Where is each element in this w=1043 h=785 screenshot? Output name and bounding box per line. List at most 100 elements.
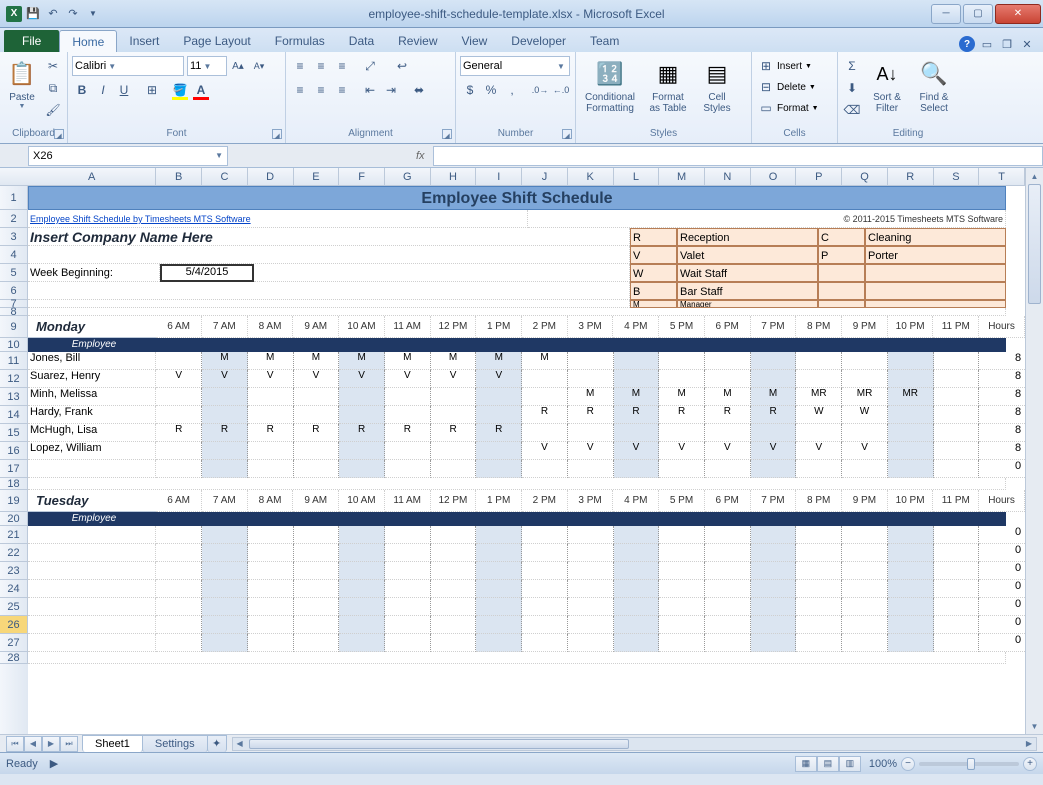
shift-cell[interactable] (156, 442, 202, 460)
shift-cell[interactable] (339, 442, 385, 460)
legend-code[interactable]: R (630, 228, 677, 246)
shift-cell[interactable] (934, 526, 980, 544)
shift-cell[interactable] (705, 370, 751, 388)
shift-cell[interactable] (659, 634, 705, 652)
shift-cell[interactable] (431, 634, 477, 652)
column-header[interactable]: F (339, 168, 385, 185)
italic-icon[interactable]: I (93, 80, 113, 100)
shift-cell[interactable]: R (614, 406, 660, 424)
page-break-view-icon[interactable]: ▥ (839, 756, 861, 772)
shift-cell[interactable] (705, 526, 751, 544)
shift-cell[interactable]: R (156, 424, 202, 442)
shift-cell[interactable] (614, 370, 660, 388)
shift-cell[interactable] (705, 544, 751, 562)
shift-cell[interactable] (294, 442, 340, 460)
decrease-indent-icon[interactable]: ⇤ (360, 80, 380, 100)
shift-cell[interactable] (568, 616, 614, 634)
shift-cell[interactable] (842, 634, 888, 652)
company-name[interactable]: Insert Company Name Here (28, 228, 630, 246)
shift-cell[interactable]: M (294, 352, 340, 370)
shift-cell[interactable] (248, 598, 294, 616)
currency-icon[interactable]: $ (460, 80, 480, 100)
row-header[interactable]: 27 (0, 634, 28, 652)
close-workbook-icon[interactable]: ✕ (1019, 36, 1035, 52)
shift-cell[interactable] (842, 562, 888, 580)
shift-cell[interactable] (751, 634, 797, 652)
shift-cell[interactable] (705, 460, 751, 478)
shift-cell[interactable] (751, 580, 797, 598)
shift-cell[interactable] (842, 616, 888, 634)
shift-cell[interactable]: V (614, 442, 660, 460)
shift-cell[interactable] (888, 634, 934, 652)
row-header[interactable]: 24 (0, 580, 28, 598)
shift-cell[interactable] (294, 562, 340, 580)
shift-cell[interactable] (888, 598, 934, 616)
row-header[interactable]: 17 (0, 460, 28, 478)
row-header[interactable]: 14 (0, 406, 28, 424)
shift-cell[interactable]: M (385, 352, 431, 370)
shift-cell[interactable] (568, 634, 614, 652)
shift-cell[interactable] (659, 562, 705, 580)
shift-cell[interactable] (568, 460, 614, 478)
border-icon[interactable]: ⊞ (142, 80, 162, 100)
shift-cell[interactable] (248, 460, 294, 478)
column-header[interactable]: I (476, 168, 522, 185)
shift-cell[interactable] (202, 562, 248, 580)
row-header[interactable]: 9 (0, 316, 28, 338)
shift-cell[interactable] (156, 460, 202, 478)
shift-cell[interactable] (934, 424, 980, 442)
shift-cell[interactable] (842, 370, 888, 388)
shift-cell[interactable] (156, 544, 202, 562)
row-header[interactable]: 5 (0, 264, 28, 282)
shift-cell[interactable] (476, 526, 522, 544)
shift-cell[interactable] (888, 406, 934, 424)
shift-cell[interactable] (202, 544, 248, 562)
legend-code[interactable] (818, 282, 865, 300)
scroll-up-icon[interactable]: ▲ (1026, 168, 1043, 184)
find-select-button[interactable]: 🔍Find & Select (912, 56, 956, 116)
page-layout-view-icon[interactable]: ▤ (817, 756, 839, 772)
shift-cell[interactable] (156, 388, 202, 406)
shift-cell[interactable]: R (751, 406, 797, 424)
shift-cell[interactable] (522, 388, 568, 406)
normal-view-icon[interactable]: ▦ (795, 756, 817, 772)
redo-icon[interactable]: ↷ (64, 5, 82, 23)
cell-styles-button[interactable]: ▤Cell Styles (696, 56, 738, 116)
template-link[interactable]: Employee Shift Schedule by Timesheets MT… (28, 210, 528, 228)
row-header[interactable]: 12 (0, 370, 28, 388)
shift-cell[interactable]: V (339, 370, 385, 388)
shift-cell[interactable]: V (431, 370, 477, 388)
row-header[interactable]: 15 (0, 424, 28, 442)
shift-cell[interactable] (568, 526, 614, 544)
shift-cell[interactable] (751, 544, 797, 562)
shift-cell[interactable] (385, 406, 431, 424)
shift-cell[interactable] (934, 352, 980, 370)
row-header[interactable]: 18 (0, 478, 28, 490)
merge-center-icon[interactable]: ⬌ (409, 80, 429, 100)
column-header[interactable]: B (156, 168, 202, 185)
column-header[interactable]: G (385, 168, 431, 185)
shift-cell[interactable] (339, 460, 385, 478)
shift-cell[interactable] (568, 424, 614, 442)
shift-cell[interactable]: MR (796, 388, 842, 406)
shift-cell[interactable] (934, 616, 980, 634)
shift-cell[interactable] (705, 580, 751, 598)
shift-cell[interactable] (888, 460, 934, 478)
shift-cell[interactable] (431, 460, 477, 478)
shift-cell[interactable] (888, 370, 934, 388)
shift-cell[interactable] (339, 544, 385, 562)
shift-cell[interactable] (202, 526, 248, 544)
row-header[interactable]: 28 (0, 652, 28, 664)
shift-cell[interactable] (659, 460, 705, 478)
decrease-font-icon[interactable]: A▾ (249, 56, 269, 76)
shift-cell[interactable] (476, 460, 522, 478)
font-color-icon[interactable]: A (191, 80, 211, 100)
column-header[interactable]: J (522, 168, 568, 185)
tab-formulas[interactable]: Formulas (263, 30, 337, 52)
shift-cell[interactable] (659, 598, 705, 616)
shift-cell[interactable]: W (796, 406, 842, 424)
shift-cell[interactable] (385, 616, 431, 634)
employee-name[interactable] (28, 526, 156, 544)
shift-cell[interactable] (614, 460, 660, 478)
shift-cell[interactable] (294, 634, 340, 652)
